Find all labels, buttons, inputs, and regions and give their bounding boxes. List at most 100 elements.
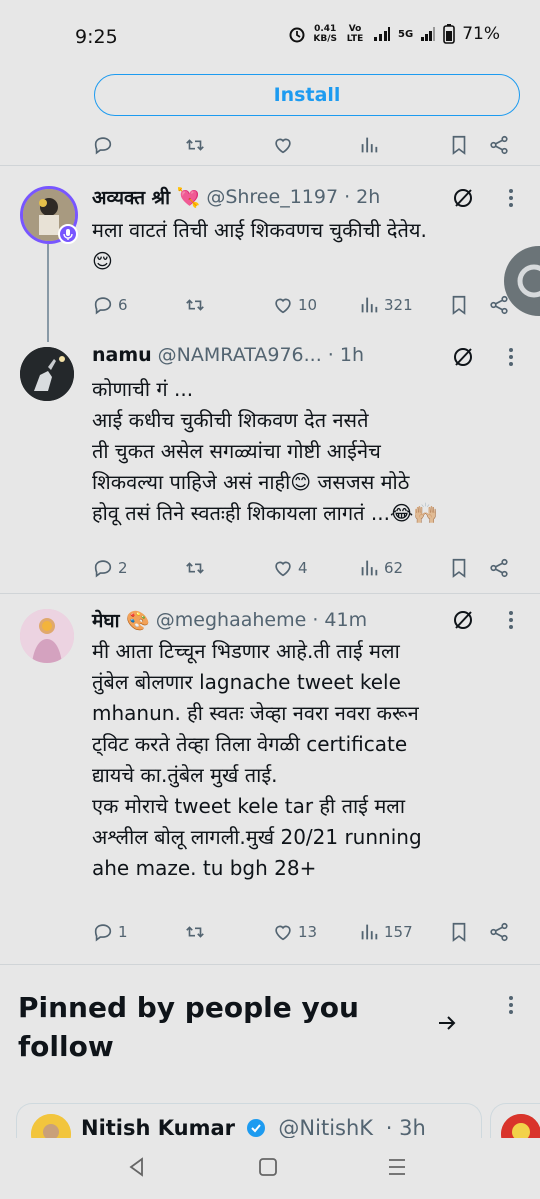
avatar[interactable] [20,609,74,663]
heart-icon [275,561,291,577]
card-header: Nitish Kumar @NitishK · 3h [81,1116,426,1140]
reply-button[interactable]: 1 [92,921,128,943]
install-button[interactable]: Install [94,74,520,116]
alarm-icon [289,27,305,43]
bookmark-button[interactable] [448,921,470,943]
like-count: 10 [298,296,318,314]
back-nav-icon[interactable] [126,1156,148,1178]
views-icon [361,137,378,153]
more-options-icon[interactable] [508,346,514,368]
share-icon [490,135,508,155]
more-options-icon[interactable] [508,187,514,209]
reply-button[interactable] [92,134,114,156]
verified-icon [246,1119,265,1137]
net-speed: 0.41 KB/S [313,24,338,44]
tweet-actions: 1 13 157 [92,918,522,946]
card-time: · 3h [385,1116,426,1140]
reply-count: 6 [118,296,128,314]
signal-icon-2 [421,27,436,41]
status-time: 9:25 [75,26,118,48]
share-button[interactable] [488,134,510,156]
tweet-header: मेघा 🎨 @meghaaheme · 41m [92,607,367,633]
grok-icon[interactable] [452,187,474,209]
like-button[interactable]: 13 [272,921,317,943]
views-button[interactable]: 157 [358,921,413,943]
net-5g: 5G [398,28,414,40]
divider [0,964,540,965]
battery-percent: 71% [462,24,500,44]
avatar-image [20,609,74,663]
reply-icon [94,297,112,315]
reply-icon [94,137,112,155]
bookmark-button[interactable] [448,294,470,316]
views-button[interactable] [358,134,380,156]
more-options-icon[interactable] [508,994,514,1016]
divider [0,165,540,166]
grok-icon[interactable] [452,609,474,631]
retweet-button[interactable] [184,921,206,943]
reply-icon [94,924,112,942]
volte-indicator: Vo LTE [346,24,364,44]
avatar[interactable] [20,347,74,401]
views-icon [361,924,378,940]
divider [0,593,540,594]
tweet-actions: 2 4 62 [92,554,522,582]
share-icon [490,558,508,578]
card-author-name[interactable]: Nitish Kumar [81,1116,235,1140]
retweet-icon [186,299,204,311]
like-button[interactable] [272,134,294,156]
share-button[interactable] [488,921,510,943]
grok-icon[interactable] [452,346,474,368]
author-handle[interactable]: @meghaaheme · 41m [156,609,367,631]
views-icon [361,560,378,576]
like-button[interactable]: 4 [272,557,308,579]
retweet-button[interactable] [184,294,206,316]
like-button[interactable]: 10 [272,294,317,316]
tweet-actions: 6 10 321 [92,291,522,319]
avatar-image [20,347,74,401]
bookmark-icon [452,295,466,315]
like-count: 4 [298,559,308,577]
status-bar: 9:25 0.41 KB/S Vo LTE 5G 71% [0,0,540,74]
retweet-icon [186,139,204,151]
retweet-button[interactable] [184,134,206,156]
retweet-icon [186,926,204,938]
author-name[interactable]: मेघा 🎨 [92,607,150,633]
bookmark-icon [452,558,466,578]
spaces-badge-icon [58,224,78,244]
tweet-text: मला वाटतं तिची आई शिकवणच चुकीची देतेय. 😌 [92,218,427,273]
tweet-text: कोणाची गं ... आई कधीच चुकीची शिकवण देत न… [92,377,439,525]
share-button[interactable] [488,294,510,316]
retweet-button[interactable] [184,557,206,579]
author-name[interactable]: namu [92,344,152,366]
author-handle[interactable]: @NAMRATA976... · 1h [158,344,364,366]
view-count: 321 [384,296,413,314]
bookmark-button[interactable] [448,134,470,156]
heart-icon [275,298,291,314]
home-nav-icon[interactable] [257,1156,279,1178]
signal-icon [374,27,391,41]
share-button[interactable] [488,557,510,579]
like-count: 13 [298,923,318,941]
reply-button[interactable]: 2 [92,557,128,579]
author-name[interactable]: अव्यक्त श्री 💘 [92,184,200,210]
status-icons: 0.41 KB/S Vo LTE 5G 71% [288,24,500,44]
bookmark-button[interactable] [448,557,470,579]
card-author-handle[interactable]: @NitishK [278,1116,373,1140]
reply-count: 1 [118,923,128,941]
views-button[interactable]: 62 [358,557,403,579]
author-handle[interactable]: @Shree_1197 · 2h [206,186,380,208]
arrow-right-icon[interactable] [436,1012,458,1034]
more-options-icon[interactable] [508,609,514,631]
heart-icon [275,925,291,941]
bookmark-icon [452,135,466,155]
system-nav-bar [0,1138,540,1199]
views-button[interactable]: 321 [358,294,413,316]
views-icon [361,297,378,313]
reply-button[interactable]: 6 [92,294,128,316]
tweet-actions-previous [92,131,522,159]
tweet-header: namu @NAMRATA976... · 1h [92,344,364,366]
recents-nav-icon[interactable] [386,1156,408,1178]
share-icon [490,922,508,942]
view-count: 62 [384,559,404,577]
